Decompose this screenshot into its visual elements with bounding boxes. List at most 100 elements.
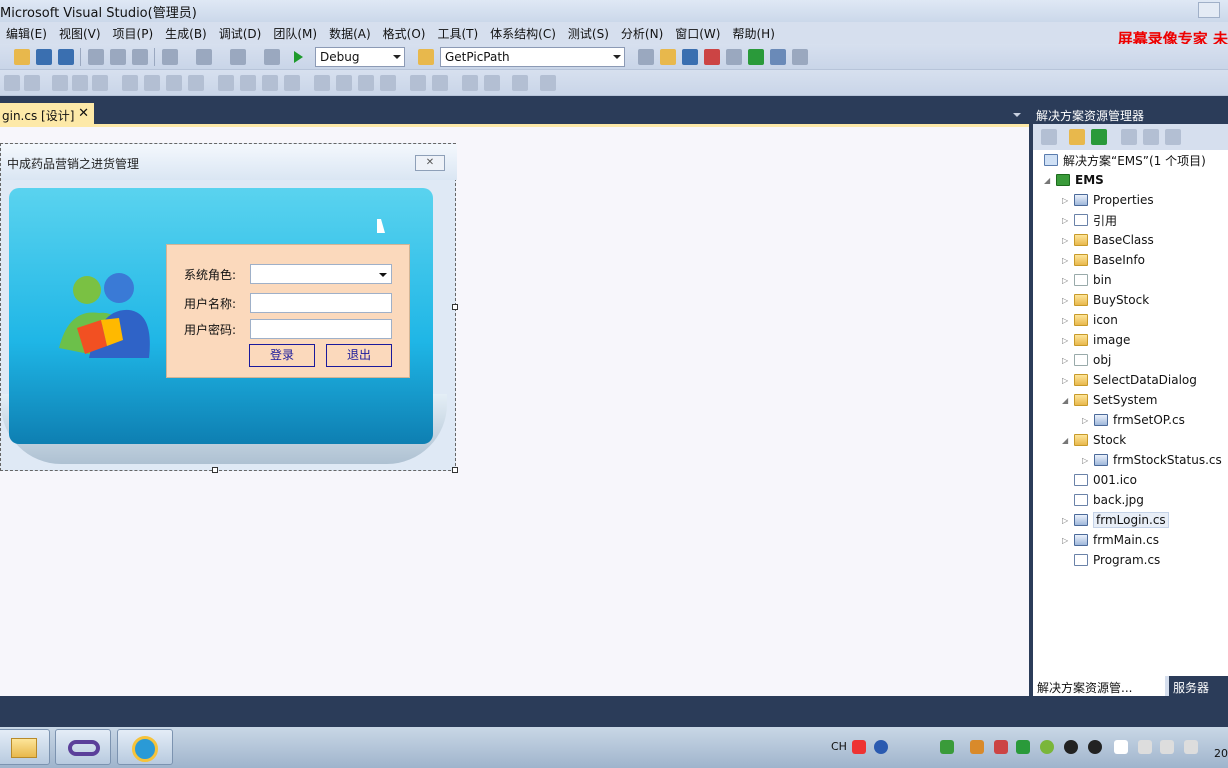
qq-icon[interactable] [1064,740,1078,754]
ime-indicator[interactable]: CH [831,740,847,753]
horizontal-spacing-icon[interactable] [240,75,256,91]
tree-item[interactable]: ▷ BaseInfo [1062,250,1145,270]
help-icon[interactable] [874,740,888,754]
align-bottom-icon[interactable] [92,75,108,91]
expand-arrow-icon[interactable]: ▷ [1062,376,1074,385]
minimize-button[interactable] [1198,2,1220,18]
tab-server-explorer[interactable]: 服务器 [1169,676,1228,696]
expand-arrow-icon[interactable]: ▷ [1082,416,1094,425]
tray-app-icon[interactable] [1040,740,1054,754]
expand-arrow-icon[interactable]: ▷ [1062,256,1074,265]
bring-to-front-icon[interactable] [462,75,478,91]
horizontal-spacing-icon[interactable] [284,75,300,91]
menu-window[interactable]: 窗口(W) [669,25,726,42]
horizontal-spacing-icon[interactable] [218,75,234,91]
command-window-icon[interactable] [792,49,808,65]
volume-icon[interactable] [1184,740,1198,754]
tree-item[interactable]: ▷ frmMain.cs [1062,530,1159,550]
expand-arrow-icon[interactable]: ◢ [1062,436,1074,445]
tree-item[interactable]: ▷ 引用 [1062,210,1117,230]
menu-data[interactable]: 数据(A) [323,25,377,42]
tree-item[interactable]: ▷ BuyStock [1062,290,1149,310]
tab-frmlogin-design[interactable]: gin.cs [设计] ✕ [0,103,94,125]
tab-dropdown-icon[interactable] [1013,113,1021,117]
solution-config-select[interactable]: Debug [315,47,405,67]
tab-order-icon[interactable] [512,75,528,91]
same-width-icon[interactable] [122,75,138,91]
expand-arrow-icon[interactable]: ▷ [1082,456,1094,465]
role-select[interactable] [250,264,392,284]
tree-item[interactable]: 001.ico [1062,470,1137,490]
tray-app-icon[interactable] [940,740,954,754]
sogou-icon[interactable] [852,740,866,754]
close-icon[interactable]: ✕ [78,106,89,121]
object-browser-icon[interactable] [682,49,698,65]
visual-studio-taskbar-button[interactable] [55,729,111,765]
horizontal-spacing-icon[interactable] [262,75,278,91]
menu-analyze[interactable]: 分析(N) [615,25,669,42]
password-input[interactable] [250,319,392,339]
login-button[interactable]: 登录 [249,344,315,367]
expand-arrow-icon[interactable]: ▷ [1062,196,1074,205]
security-shield-icon[interactable] [994,740,1008,754]
tree-item[interactable]: ◢ SetSystem [1062,390,1157,410]
action-center-flag-icon[interactable] [1114,740,1128,754]
resize-handle[interactable] [212,467,218,473]
start-page-icon[interactable] [748,49,764,65]
username-input[interactable] [250,293,392,313]
align-middle-icon[interactable] [72,75,88,91]
center-vertically-icon[interactable] [432,75,448,91]
same-size-icon[interactable] [166,75,182,91]
power-icon[interactable] [1138,740,1152,754]
vertical-spacing-icon[interactable] [336,75,352,91]
properties-window-icon[interactable] [660,49,676,65]
expand-arrow-icon[interactable]: ▷ [1062,336,1074,345]
extension-manager-icon[interactable] [770,49,786,65]
tree-item[interactable]: ▷ frmSetOP.cs [1082,410,1185,430]
explorer-taskbar-button[interactable] [0,729,50,765]
tools-icon[interactable] [726,49,742,65]
expand-arrow-icon[interactable]: ▷ [1062,316,1074,325]
expand-arrow-icon[interactable]: ▷ [1062,296,1074,305]
collapse-arrow-icon[interactable]: ◢ [1044,176,1056,185]
tree-item[interactable]: ▷ frmStockStatus.cs [1082,450,1222,470]
shield-icon[interactable] [1016,740,1030,754]
menu-help[interactable]: 帮助(H) [726,25,780,42]
tree-item[interactable]: ▷ Properties [1062,190,1154,210]
menu-edit[interactable]: 编辑(E) [0,25,53,42]
refresh-icon[interactable] [1091,129,1107,145]
toolbox-icon[interactable] [704,49,720,65]
network-icon[interactable] [1160,740,1174,754]
show-all-files-icon[interactable] [1069,129,1085,145]
form-close-button[interactable]: ✕ [415,155,445,171]
align-icon[interactable] [4,75,20,91]
exit-button[interactable]: 退出 [326,344,392,367]
tree-item[interactable]: ▷ BaseClass [1062,230,1154,250]
vertical-spacing-icon[interactable] [358,75,374,91]
tree-item[interactable]: ▷ icon [1062,310,1118,330]
open-file-icon[interactable] [14,49,30,65]
view-code-icon[interactable] [1121,129,1137,145]
copy-icon[interactable] [110,49,126,65]
send-to-back-icon[interactable] [484,75,500,91]
same-height-icon[interactable] [144,75,160,91]
start-debugging-icon[interactable] [294,51,303,63]
navigate-forward-icon[interactable] [264,49,280,65]
vertical-spacing-icon[interactable] [314,75,330,91]
center-horizontally-icon[interactable] [410,75,426,91]
paste-icon[interactable] [132,49,148,65]
tree-item[interactable]: ▷ SelectDataDialog [1062,370,1197,390]
expand-arrow-icon[interactable]: ▷ [1062,356,1074,365]
properties-icon[interactable] [1041,129,1057,145]
expand-arrow-icon[interactable]: ▷ [1062,516,1074,525]
menu-view[interactable]: 视图(V) [53,25,107,42]
cut-icon[interactable] [88,49,104,65]
find-in-files-icon[interactable] [418,49,434,65]
resize-handle[interactable] [452,304,458,310]
expand-arrow-icon[interactable]: ▷ [1062,536,1074,545]
tree-project[interactable]: ◢ EMS [1044,170,1104,190]
tree-item[interactable]: ▷ image [1062,330,1130,350]
tree-item[interactable]: ▷ bin [1062,270,1112,290]
clock[interactable]: 20 [1214,747,1228,760]
tray-app-icon[interactable] [970,740,984,754]
